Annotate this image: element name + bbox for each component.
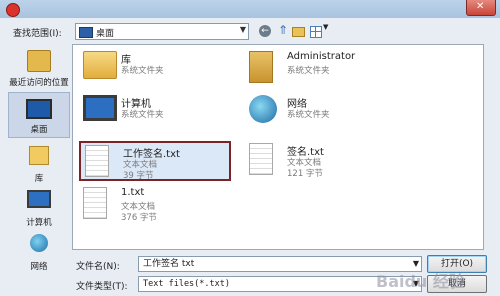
file-name-label: 文件名(N): (76, 262, 120, 272)
desktop-icon (26, 99, 52, 119)
title-bar (0, 0, 500, 18)
text-document-icon (85, 145, 109, 177)
place-label: 计算机 (26, 218, 52, 228)
place-label: 库 (34, 174, 44, 184)
baidu-watermark: Baidu 经验 (376, 272, 465, 291)
place-label: 最近访问的位置 (9, 78, 69, 88)
file-size: 39 字节 (123, 171, 154, 181)
file-type: 系统文件夹 (121, 110, 164, 120)
place-desktop[interactable]: 桌面 (8, 92, 70, 138)
up-arrow-icon: ⇑ (277, 23, 289, 37)
file-name-value: 工作签名 txt (143, 259, 195, 269)
file-type: 系统文件夹 (287, 110, 330, 120)
look-in-value: 桌面 (96, 29, 115, 39)
file-item-administrator[interactable]: Administrator 系统文件夹 (245, 49, 405, 87)
file-type: 系统文件夹 (121, 66, 164, 76)
back-button[interactable]: ← (259, 23, 273, 38)
desktop-icon (79, 27, 93, 38)
library-folder-icon (83, 51, 117, 79)
file-item-1-txt[interactable]: 1.txt 文本文档 376 字节 (79, 185, 239, 223)
file-type: 系统文件夹 (287, 66, 330, 76)
app-icon (6, 3, 20, 17)
look-in-label: 查找范围(I): (13, 29, 62, 39)
recent-places-icon (27, 50, 51, 72)
file-type-label: 文件类型(T): (76, 282, 128, 292)
text-document-icon (83, 187, 107, 219)
network-icon (249, 95, 277, 123)
text-document-icon (249, 143, 273, 175)
file-size: 121 字节 (287, 169, 323, 179)
open-file-dialog: 查找范围(I): 桌面 ▼ ← ⇑ ▼ 最近访问的位置 桌面 库 计算机 网络 (0, 18, 500, 296)
file-item-work-signature[interactable]: 工作签名.txt 文本文档 39 字节 (79, 141, 231, 181)
computer-icon (83, 95, 117, 121)
new-folder-button[interactable] (292, 23, 306, 38)
file-list[interactable]: 库 系统文件夹 Administrator 系统文件夹 计算机 系统文件夹 网络… (72, 44, 484, 250)
places-bar: 最近访问的位置 桌面 库 计算机 网络 (8, 44, 70, 294)
place-label: 网络 (30, 262, 48, 272)
view-grid-icon (310, 26, 322, 38)
close-button[interactable] (466, 0, 496, 16)
place-library[interactable]: 库 (8, 140, 70, 186)
file-item-network[interactable]: 网络 系统文件夹 (245, 93, 405, 131)
up-folder-button[interactable]: ⇑ (276, 23, 290, 38)
file-name: Administrator (287, 51, 356, 62)
place-computer[interactable]: 计算机 (8, 184, 70, 230)
back-arrow-icon: ← (259, 25, 271, 37)
library-icon (29, 146, 49, 165)
file-size: 376 字节 (121, 213, 157, 223)
file-item-signature[interactable]: 签名.txt 文本文档 121 字节 (245, 141, 405, 179)
network-icon (30, 234, 48, 252)
file-item-library[interactable]: 库 系统文件夹 (79, 49, 239, 87)
user-folder-icon (249, 51, 273, 83)
new-folder-icon (292, 27, 305, 37)
computer-icon (27, 190, 51, 208)
place-label: 桌面 (30, 125, 48, 135)
file-item-computer[interactable]: 计算机 系统文件夹 (79, 93, 239, 131)
file-type-value: Text files(*.txt) (143, 279, 230, 289)
chevron-down-icon: ▼ (239, 25, 246, 34)
file-name: 1.txt (121, 187, 145, 198)
place-network[interactable]: 网络 (8, 228, 70, 274)
place-recent[interactable]: 最近访问的位置 (8, 44, 70, 90)
chevron-down-icon: ▼ (323, 23, 329, 31)
look-in-dropdown[interactable]: 桌面 ▼ (75, 23, 249, 40)
view-menu-button[interactable]: ▼ (310, 23, 332, 38)
